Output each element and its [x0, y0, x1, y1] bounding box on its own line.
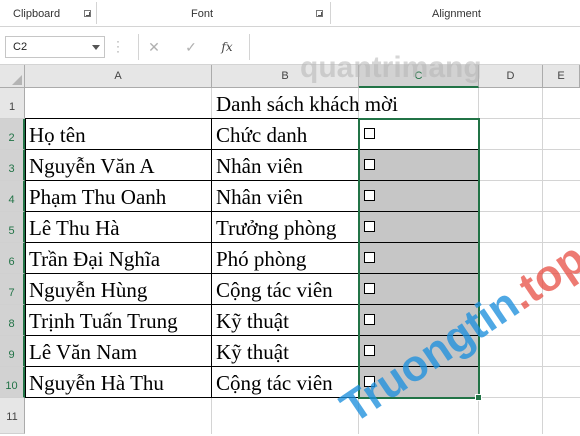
cell-name[interactable]: Nguyễn Văn A [29, 154, 155, 179]
cell-role[interactable]: Cộng tác viên [216, 371, 333, 396]
cancel-icon[interactable]: ✕ [143, 37, 165, 57]
formula-bar: C2 · · · ✕ ✓ fx [0, 27, 580, 65]
cell-name[interactable]: Trịnh Tuấn Trung [29, 309, 178, 334]
fill-handle[interactable] [475, 394, 482, 401]
cell-name[interactable]: Nguyễn Hùng [29, 278, 147, 303]
cell-role[interactable]: Trưởng phòng [216, 216, 336, 241]
row-header-4[interactable]: 4 [0, 181, 25, 212]
row-header-7[interactable]: 7 [0, 274, 25, 305]
row-header-11[interactable]: 11 [0, 398, 25, 434]
name-box[interactable]: C2 [5, 36, 105, 58]
cell-header-name[interactable]: Họ tên [29, 123, 86, 148]
ribbon-group-alignment: Alignment [331, 0, 580, 26]
table-border [25, 118, 26, 398]
cell-header-role[interactable]: Chức danh [216, 123, 307, 148]
row-header-8[interactable]: 8 [0, 305, 25, 336]
ribbon-group-label: Clipboard [13, 8, 61, 20]
row-header-5[interactable]: 5 [0, 212, 25, 243]
clipboard-dialog-launcher-icon[interactable] [84, 10, 91, 17]
column-header-e[interactable]: E [543, 65, 580, 88]
insert-function-icon[interactable]: fx [216, 37, 238, 57]
formula-bar-resize-handle[interactable]: · · · [116, 35, 120, 57]
table-border [211, 118, 212, 398]
cell-name[interactable]: Trần Đại Nghĩa [29, 247, 160, 272]
row-header-3[interactable]: 3 [0, 150, 25, 181]
chevron-down-icon[interactable] [92, 45, 100, 50]
name-box-value: C2 [13, 41, 28, 53]
row-header-9[interactable]: 9 [0, 336, 25, 367]
column-header-d[interactable]: D [479, 65, 543, 88]
cell-name[interactable]: Nguyễn Hà Thu [29, 371, 164, 396]
cell-role[interactable]: Cộng tác viên [216, 278, 333, 303]
row-header-6[interactable]: 6 [0, 243, 25, 274]
formula-bar-divider [138, 34, 139, 60]
worksheet-grid[interactable]: Danh sách khách mời Họ tên Nguyễn Văn A … [25, 88, 580, 434]
sheet-title-cell[interactable]: Danh sách khách mời [216, 92, 398, 117]
cell-name[interactable]: Lê Văn Nam [29, 340, 137, 365]
ribbon-group-bar: Clipboard Font Alignment [0, 0, 580, 27]
cell-role[interactable]: Kỹ thuật [216, 340, 289, 365]
row-header-1[interactable]: 1 [0, 88, 25, 119]
cell-role[interactable]: Nhân viên [216, 154, 303, 179]
ribbon-group-label: Alignment [432, 8, 481, 20]
ribbon-group-clipboard: Clipboard [0, 0, 96, 26]
font-dialog-launcher-icon[interactable] [316, 10, 323, 17]
cell-role[interactable]: Phó phòng [216, 247, 306, 272]
cell-role[interactable]: Nhân viên [216, 185, 303, 210]
select-all-button[interactable] [0, 65, 25, 88]
enter-icon[interactable]: ✓ [180, 37, 202, 57]
row-header-2[interactable]: 2 [0, 119, 25, 150]
ribbon-group-label: Font [191, 8, 214, 20]
cell-name[interactable]: Lê Thu Hà [29, 216, 120, 241]
column-header-a[interactable]: A [25, 65, 212, 88]
cell-name[interactable]: Phạm Thu Oanh [29, 185, 166, 210]
cell-role[interactable]: Kỹ thuật [216, 309, 289, 334]
ribbon-group-font: Font [97, 0, 330, 26]
row-header-10[interactable]: 10 [0, 367, 25, 398]
watermark-quantrimang: quantrimang [300, 51, 482, 84]
